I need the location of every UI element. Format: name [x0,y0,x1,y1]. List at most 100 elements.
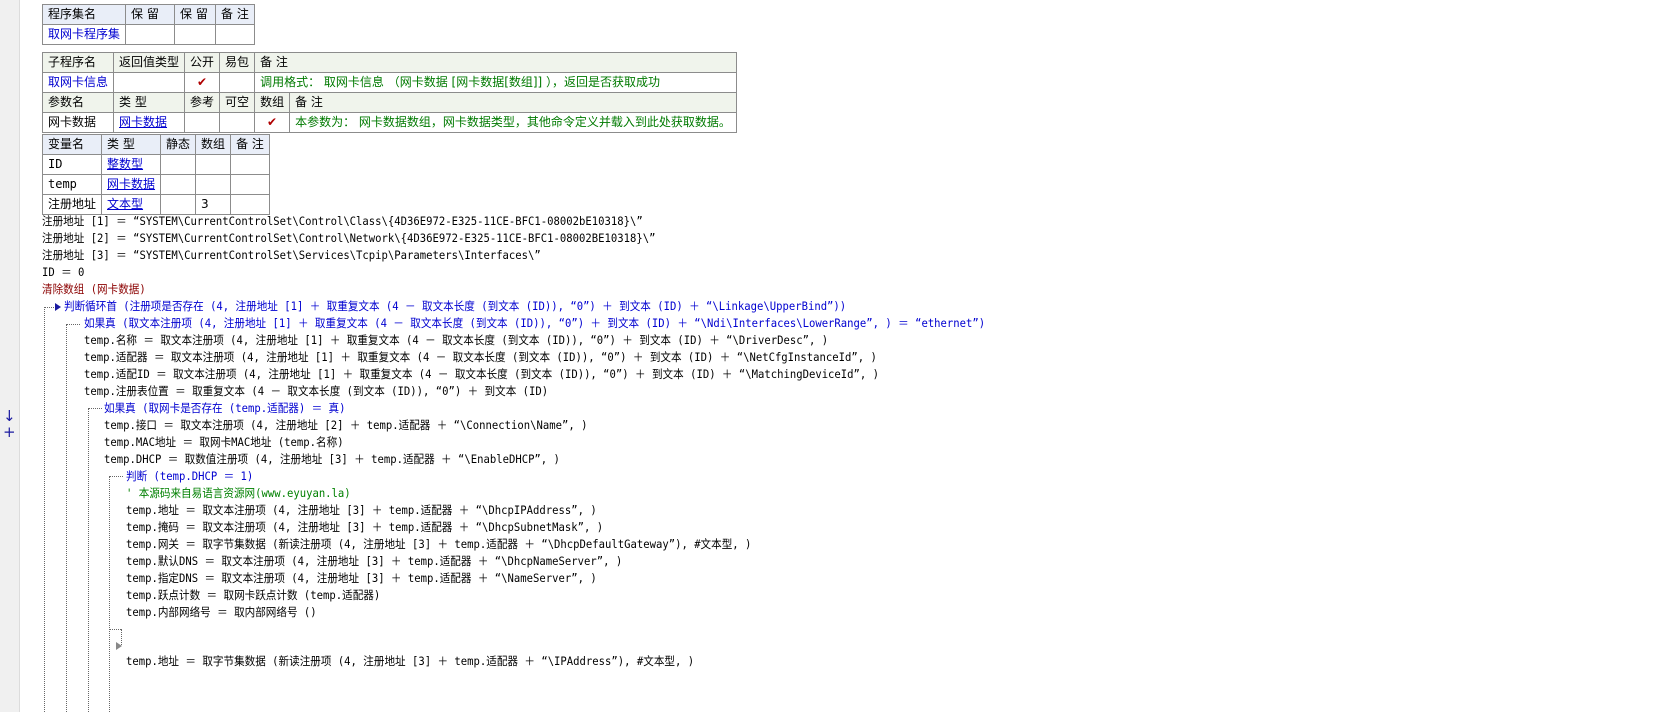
assembly-note[interactable] [215,24,256,45]
sub-public-check[interactable]: ✔ [184,72,221,93]
code-line[interactable]: temp.注册表位置 ＝ 取重复文本 (4 － 取文本长度 (到文本 (ID))… [84,383,548,400]
code-comment[interactable]: ' 本源码来自易语言资源网(www.eyuyan.la) [126,485,351,502]
var-array[interactable] [195,174,232,195]
code-line[interactable]: 注册地址 [3] ＝ “SYSTEM\CurrentControlSet\Ser… [42,247,541,264]
if-guide-branch [66,324,80,325]
var-note[interactable] [230,194,271,215]
code-line[interactable]: temp.地址 ＝ 取字节集数据 (新读注册项 (4, 注册地址 [3] ＋ t… [126,653,694,670]
var-row[interactable]: temp 网卡数据 [41,174,271,195]
assembly-name[interactable]: 取网卡程序集 [41,24,127,45]
var-row[interactable]: 注册地址 文本型 3 [41,194,271,215]
code-line[interactable]: 注册地址 [1] ＝ “SYSTEM\CurrentControlSet\Con… [42,213,643,230]
code-line[interactable]: 清除数组 (网卡数据) [42,281,146,298]
loop-guide-line [44,307,45,712]
param-row[interactable]: 网卡数据 网卡数据 ✔ 本参数为： 网卡数据数组，网卡数据类型，其他命令定义并载… [41,112,737,133]
loop-arrow-icon [55,303,61,311]
col-var-array: 数组 [195,134,232,155]
col-param-type: 类 型 [113,92,186,113]
code-line[interactable]: temp.地址 ＝ 取文本注册项 (4, 注册地址 [3] ＋ temp.适配器… [126,502,597,519]
col-param-nullable: 可空 [219,92,256,113]
sub-name[interactable]: 取网卡信息 [41,72,115,93]
judge-guide-branch [109,476,123,477]
code-line[interactable]: temp.内部网络号 ＝ 取内部网络号 () [126,604,317,621]
code-line[interactable]: temp.名称 ＝ 取文本注册项 (4, 注册地址 [1] ＋ 取重复文本 (4… [84,332,828,349]
sub-return-type[interactable] [113,72,186,93]
param-header-row: 参数名 类 型 参考 可空 数组 备 注 [41,92,737,113]
code-line[interactable]: temp.MAC地址 ＝ 取网卡MAC地址 (temp.名称) [104,434,344,451]
variable-table: 变量名 类 型 静态 数组 备 注 ID 整数型 temp 网卡数据 注册地址 … [41,134,271,215]
col-assembly-name: 程序集名 [41,4,127,25]
var-array[interactable] [195,154,232,175]
param-array-check[interactable]: ✔ [254,112,291,133]
var-name[interactable]: 注册地址 [41,194,103,215]
sub-epkg[interactable] [219,72,256,93]
col-param-ref: 参考 [184,92,221,113]
code-line[interactable]: temp.DHCP ＝ 取数值注册项 (4, 注册地址 [3] ＋ temp.适… [104,451,560,468]
assembly-table: 程序集名 保 留 保 留 备 注 取网卡程序集 [41,4,256,45]
var-row[interactable]: ID 整数型 [41,154,271,175]
if2-guide-line [88,408,89,712]
if-guide-line [66,324,67,712]
code-line-if[interactable]: 如果真 (取文本注册项 (4, 注册地址 [1] ＋ 取重复文本 (4 － 取文… [84,315,985,332]
col-var-static: 静态 [160,134,197,155]
var-type[interactable]: 整数型 [101,154,162,175]
sub-header-row: 子程序名 返回值类型 公开 易包 备 注 [41,52,737,73]
col-sub-name: 子程序名 [41,52,115,73]
var-type[interactable]: 网卡数据 [101,174,162,195]
sub-note[interactable]: 调用格式： 取网卡信息 （网卡数据 [网卡数据[数组]] ），返回是否获取成功 [254,72,737,93]
param-nullable[interactable] [219,112,256,133]
col-note: 备 注 [215,4,256,25]
code-line[interactable]: temp.跃点计数 ＝ 取网卡跃点计数 (temp.适配器) [126,587,380,604]
var-static[interactable] [160,194,197,215]
code-line[interactable]: ID ＝ 0 [42,264,84,281]
code-line-judge[interactable]: 判断 (temp.DHCP ＝ 1) [126,468,253,485]
subroutine-table: 子程序名 返回值类型 公开 易包 备 注 取网卡信息 ✔ 调用格式： 取网卡信息… [41,52,737,133]
var-static[interactable] [160,174,197,195]
var-name[interactable]: temp [41,174,103,195]
var-array[interactable]: 3 [195,194,232,215]
col-reserved-1: 保 留 [125,4,176,25]
code-line[interactable]: temp.接口 ＝ 取文本注册项 (4, 注册地址 [2] ＋ temp.适配器… [104,417,587,434]
col-param-array: 数组 [254,92,291,113]
code-line[interactable]: 注册地址 [2] ＝ “SYSTEM\CurrentControlSet\Con… [42,230,655,247]
judge-else-guide [109,629,121,630]
assembly-row[interactable]: 取网卡程序集 [41,24,256,45]
code-line[interactable]: temp.适配ID ＝ 取文本注册项 (4, 注册地址 [1] ＋ 取重复文本 … [84,366,879,383]
if2-guide-branch [88,408,102,409]
col-param-name: 参数名 [41,92,115,113]
assembly-reserved-2[interactable] [174,24,217,45]
assembly-header-row: 程序集名 保 留 保 留 备 注 [41,4,256,25]
var-note[interactable] [230,174,271,195]
col-var-type: 类 型 [101,134,162,155]
code-line[interactable]: temp.指定DNS ＝ 取文本注册项 (4, 注册地址 [3] ＋ temp.… [126,570,597,587]
var-note[interactable] [230,154,271,175]
editor-gutter: ↓ + [0,0,20,712]
gutter-marker[interactable]: ↓ + [3,408,22,440]
assembly-reserved-1[interactable] [125,24,176,45]
code-line[interactable]: temp.掩码 ＝ 取文本注册项 (4, 注册地址 [3] ＋ temp.适配器… [126,519,603,536]
col-reserved-2: 保 留 [174,4,217,25]
param-ref[interactable] [184,112,221,133]
param-note[interactable]: 本参数为： 网卡数据数组，网卡数据类型，其他命令定义并载入到此处获取数据。 [289,112,737,133]
var-type[interactable]: 文本型 [101,194,162,215]
col-var-name: 变量名 [41,134,103,155]
var-static[interactable] [160,154,197,175]
col-var-note: 备 注 [230,134,271,155]
var-name[interactable]: ID [41,154,103,175]
code-line[interactable]: temp.网关 ＝ 取字节集数据 (新读注册项 (4, 注册地址 [3] ＋ t… [126,536,751,553]
col-sub-note: 备 注 [254,52,737,73]
sub-row[interactable]: 取网卡信息 ✔ 调用格式： 取网卡信息 （网卡数据 [网卡数据[数组]] ），返… [41,72,737,93]
var-header-row: 变量名 类 型 静态 数组 备 注 [41,134,271,155]
col-epkg: 易包 [219,52,256,73]
code-line-if[interactable]: 如果真 (取网卡是否存在 (temp.适配器) ＝ 真) [104,400,346,417]
col-public: 公开 [184,52,221,73]
code-line[interactable]: temp.适配器 ＝ 取文本注册项 (4, 注册地址 [1] ＋ 取重复文本 (… [84,349,877,366]
param-name[interactable]: 网卡数据 [41,112,115,133]
judge-guide-line [109,476,110,712]
param-type[interactable]: 网卡数据 [113,112,186,133]
col-param-note: 备 注 [289,92,737,113]
else-arrow-icon [116,642,122,650]
code-line-loop[interactable]: 判断循环首 (注册项是否存在 (4, 注册地址 [1] ＋ 取重复文本 (4 －… [64,298,846,315]
col-return-type: 返回值类型 [113,52,186,73]
code-line[interactable]: temp.默认DNS ＝ 取文本注册项 (4, 注册地址 [3] ＋ temp.… [126,553,622,570]
